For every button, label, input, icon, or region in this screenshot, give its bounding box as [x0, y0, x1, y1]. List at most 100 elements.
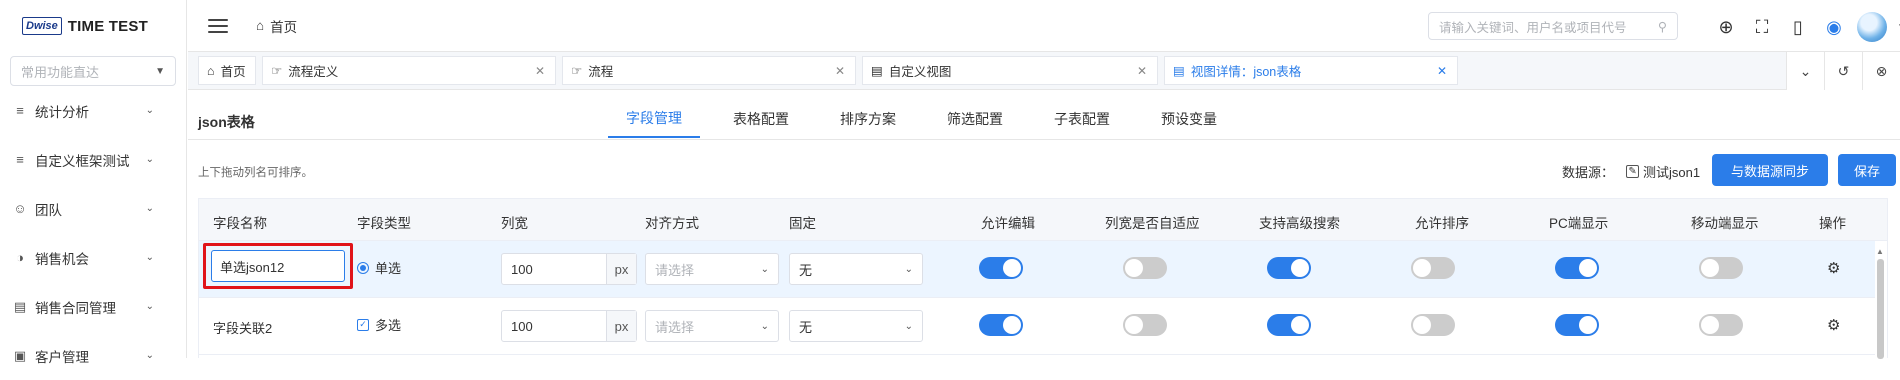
col-fixed[interactable]: 固定 [789, 212, 816, 232]
col-allow-edit[interactable]: 允许编辑 [981, 212, 1035, 232]
chevron-down-icon: ⌄ [145, 301, 154, 312]
sidebar-item-team[interactable]: ☺ 团队 ⌄ [0, 184, 186, 233]
mobile-show-toggle[interactable] [1699, 314, 1743, 336]
sidebar-item-customer[interactable]: ▣ 客户管理 ⌄ [0, 331, 186, 380]
advanced-search-toggle[interactable] [1267, 314, 1311, 336]
highlight-box [203, 243, 353, 289]
customer-icon: ▣ [13, 347, 27, 363]
close-icon[interactable]: ✕ [835, 64, 845, 78]
close-all-icon[interactable]: ⊗ [1862, 52, 1900, 90]
mobile-icon[interactable]: ▯ [1785, 14, 1811, 40]
list-icon: ≡ [16, 152, 24, 167]
sidebar-quick-search[interactable]: 常用功能直达 ▼ [10, 56, 176, 86]
col-pc-show[interactable]: PC端显示 [1549, 212, 1608, 232]
thumbs-up-icon: ☞ [571, 64, 583, 78]
field-name: 字段关联2 [213, 321, 273, 336]
tab-table-config[interactable]: 表格配置 [715, 100, 807, 138]
search-icon[interactable]: ⚲ [1658, 19, 1667, 34]
width-input[interactable]: 100 px [501, 253, 637, 285]
tab-sort-scheme[interactable]: 排序方案 [822, 100, 914, 138]
menu-toggle-icon[interactable] [208, 18, 228, 33]
table-scrollbar[interactable]: ▲ [1875, 247, 1885, 359]
width-unit: px [606, 311, 636, 341]
scrollbar-thumb[interactable] [1877, 259, 1884, 359]
tab-view-detail[interactable]: ▤ 视图详情：json表格 ✕ [1164, 56, 1458, 85]
auto-width-toggle[interactable] [1123, 257, 1167, 279]
allow-edit-toggle[interactable] [979, 314, 1023, 336]
checkbox-icon: ✓ [357, 318, 369, 331]
mobile-show-toggle[interactable] [1699, 257, 1743, 279]
tab-filter-config[interactable]: 筛选配置 [929, 100, 1021, 138]
table-header: 字段名称 字段类型 列宽 对齐方式 固定 允许编辑 列宽是否自适应 支持高级搜索… [199, 199, 1887, 241]
col-advanced-search[interactable]: 支持高级搜索 [1259, 212, 1340, 232]
fields-table: 字段名称 字段类型 列宽 对齐方式 固定 允许编辑 列宽是否自适应 支持高级搜索… [198, 198, 1888, 359]
sidebar-item-sales-opportunity[interactable]: ◑ 销售机会 ⌄ [0, 233, 186, 282]
sidebar-item-stats[interactable]: ≡ 统计分析 ⌄ [0, 86, 186, 135]
app-title: TIME TEST [67, 17, 148, 35]
chevron-down-icon: ▼ [155, 65, 165, 77]
col-field-type[interactable]: 字段类型 [357, 212, 411, 232]
tab-process-definition[interactable]: ☞ 流程定义 ✕ [262, 56, 556, 85]
breadcrumb[interactable]: ⌂ 首页 [256, 16, 297, 36]
tab-field-management[interactable]: 字段管理 [608, 100, 700, 138]
col-mobile-show[interactable]: 移动端显示 [1691, 212, 1759, 232]
gear-icon[interactable]: ⚙ [1827, 259, 1840, 277]
col-width[interactable]: 列宽 [501, 212, 528, 232]
table-row[interactable]: 字段关联2 ✓ 多选 100 px 请选择 ⌄ 无 ⌄ ⚙ [199, 298, 1875, 355]
table-row[interactable]: 单选json12 单选 100 px 请选择 ⌄ 无 ⌄ ⚙ [199, 241, 1875, 298]
robot-icon[interactable]: ◉ [1821, 14, 1847, 40]
fixed-select[interactable]: 无 ⌄ [789, 253, 923, 285]
tabs-dropdown-icon[interactable]: ⌄ [1786, 52, 1824, 90]
col-auto-width[interactable]: 列宽是否自适应 [1105, 212, 1200, 232]
tab-preset-variables[interactable]: 预设变量 [1143, 100, 1235, 138]
thumbs-up-icon: ☞ [271, 64, 283, 78]
pc-show-toggle[interactable] [1555, 314, 1599, 336]
auto-width-toggle[interactable] [1123, 314, 1167, 336]
scroll-up-icon[interactable]: ▲ [1876, 247, 1884, 256]
add-circle-icon[interactable]: ⊕ [1713, 14, 1739, 40]
tabs-controls: ⌄ ↺ ⊗ [1786, 52, 1900, 90]
logo[interactable]: Dwise TIME TEST [0, 0, 186, 52]
width-input[interactable]: 100 px [501, 310, 637, 342]
radio-icon [357, 261, 369, 274]
global-search-input[interactable]: 请输入关键词、用户名或项目代号 ⚲ [1428, 12, 1678, 40]
save-button[interactable]: 保存 [1838, 154, 1896, 186]
pc-show-toggle[interactable] [1555, 257, 1599, 279]
sidebar-item-label: 销售合同管理 [35, 300, 116, 316]
tab-home[interactable]: ⌂ 首页 [198, 56, 256, 85]
fixed-select[interactable]: 无 ⌄ [789, 310, 923, 342]
col-align[interactable]: 对齐方式 [645, 212, 699, 232]
chevron-down-icon: ⌄ [145, 203, 154, 214]
logo-mark: Dwise [22, 17, 62, 35]
allow-sort-toggle[interactable] [1411, 314, 1455, 336]
tab-label: 自定义视图 [888, 65, 952, 79]
allow-edit-toggle[interactable] [979, 257, 1023, 279]
avatar[interactable] [1857, 12, 1887, 42]
tab-label: 流程 [588, 65, 614, 79]
sync-datasource-button[interactable]: 与数据源同步 [1712, 154, 1828, 186]
align-select[interactable]: 请选择 ⌄ [645, 253, 779, 285]
close-icon[interactable]: ✕ [535, 64, 545, 78]
tab-process[interactable]: ☞ 流程 ✕ [562, 56, 856, 85]
sidebar-item-custom-framework[interactable]: ≡ 自定义框架测试 ⌄ [0, 135, 186, 184]
home-icon: ⌂ [256, 18, 265, 33]
col-field-name[interactable]: 字段名称 [213, 212, 267, 232]
datasource-link[interactable]: ✎ 测试json1 [1622, 162, 1700, 181]
gear-icon[interactable]: ⚙ [1827, 316, 1840, 334]
chevron-down-icon: ⌄ [760, 263, 769, 275]
align-select[interactable]: 请选择 ⌄ [645, 310, 779, 342]
allow-sort-toggle[interactable] [1411, 257, 1455, 279]
col-allow-sort[interactable]: 允许排序 [1415, 212, 1469, 232]
close-icon[interactable]: ✕ [1137, 64, 1147, 78]
drag-hint: 上下拖动列名可排序。 [198, 167, 313, 179]
align-placeholder: 请选择 [655, 319, 695, 335]
sidebar-item-sales-contract[interactable]: ▤ 销售合同管理 ⌄ [0, 282, 186, 331]
chevron-down-icon: ⌄ [145, 350, 154, 361]
tab-custom-view[interactable]: ▤ 自定义视图 ✕ [862, 56, 1158, 85]
tab-subtable-config[interactable]: 子表配置 [1036, 100, 1128, 138]
advanced-search-toggle[interactable] [1267, 257, 1311, 279]
history-icon[interactable]: ↺ [1824, 52, 1862, 90]
fullscreen-icon[interactable]: ⛶ [1749, 14, 1775, 40]
close-icon[interactable]: ✕ [1437, 64, 1447, 78]
sidebar-search-placeholder: 常用功能直达 [21, 64, 100, 80]
